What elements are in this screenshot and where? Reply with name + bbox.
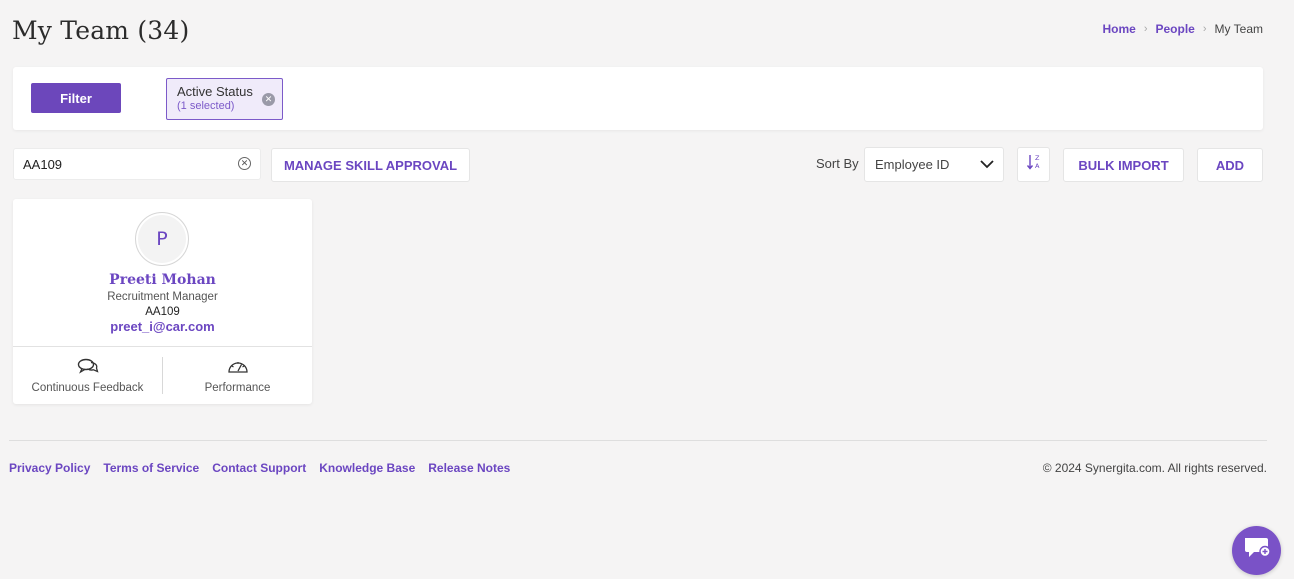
breadcrumb-current: My Team (1214, 22, 1263, 36)
filter-button[interactable]: Filter (31, 83, 121, 113)
employee-name[interactable]: Preeti Mohan (13, 272, 312, 288)
chat-support-icon (1242, 535, 1272, 566)
breadcrumb: Home › People › My Team (1102, 22, 1263, 36)
privacy-policy-link[interactable]: Privacy Policy (9, 461, 90, 475)
release-notes-link[interactable]: Release Notes (428, 461, 510, 475)
sort-by-value: Employee ID (875, 157, 950, 172)
svg-text:Z: Z (1035, 154, 1040, 162)
sort-by-select[interactable]: Employee ID (864, 147, 1004, 182)
continuous-feedback-action[interactable]: Continuous Feedback (13, 347, 162, 404)
breadcrumb-home[interactable]: Home (1102, 22, 1135, 36)
contact-support-link[interactable]: Contact Support (212, 461, 306, 475)
employee-id: AA109 (145, 306, 180, 318)
add-button[interactable]: ADD (1197, 148, 1263, 182)
card-actions: Continuous Feedback Performance (13, 346, 312, 404)
chat-support-button[interactable] (1232, 526, 1281, 575)
search-input[interactable] (14, 149, 224, 179)
performance-label: Performance (204, 382, 271, 394)
svg-text:A: A (1035, 162, 1040, 170)
search-field: ✕ (13, 148, 261, 180)
clear-circle-icon[interactable]: ✕ (238, 157, 251, 170)
bulk-import-button[interactable]: BULK IMPORT (1063, 148, 1184, 182)
filter-panel: Filter Active Status (1 selected) ✕ (13, 67, 1263, 130)
performance-action[interactable]: Performance (163, 347, 312, 404)
page-title: My Team (34) (12, 16, 190, 45)
sort-z-a-icon: Z A (1026, 153, 1042, 176)
speedometer-icon (227, 358, 249, 379)
chat-bubbles-icon (77, 358, 99, 379)
terms-of-service-link[interactable]: Terms of Service (103, 461, 199, 475)
close-circle-icon[interactable]: ✕ (262, 93, 275, 106)
footer-divider (9, 440, 1267, 441)
chip-title: Active Status (177, 84, 253, 99)
sort-order-toggle[interactable]: Z A (1017, 147, 1050, 182)
chip-subtitle: (1 selected) (177, 100, 235, 112)
sort-by-label: Sort By (816, 156, 859, 171)
employee-card: P Preeti Mohan Recruitment Manager AA109… (13, 199, 312, 404)
knowledge-base-link[interactable]: Knowledge Base (319, 461, 415, 475)
breadcrumb-separator: › (1143, 23, 1148, 35)
employee-role: Recruitment Manager (107, 291, 218, 303)
employee-email[interactable]: preet_i@car.com (13, 319, 312, 334)
avatar[interactable]: P (135, 212, 189, 266)
continuous-feedback-label: Continuous Feedback (31, 382, 144, 394)
breadcrumb-separator: › (1202, 23, 1207, 35)
footer-links: Privacy Policy Terms of Service Contact … (9, 461, 510, 475)
chevron-down-icon (979, 156, 995, 175)
copyright: © 2024 Synergita.com. All rights reserve… (1042, 461, 1267, 475)
breadcrumb-people[interactable]: People (1156, 22, 1195, 36)
active-status-filter-chip[interactable]: Active Status (1 selected) ✕ (166, 78, 283, 120)
manage-skill-approval-button[interactable]: MANAGE SKILL APPROVAL (271, 148, 470, 182)
